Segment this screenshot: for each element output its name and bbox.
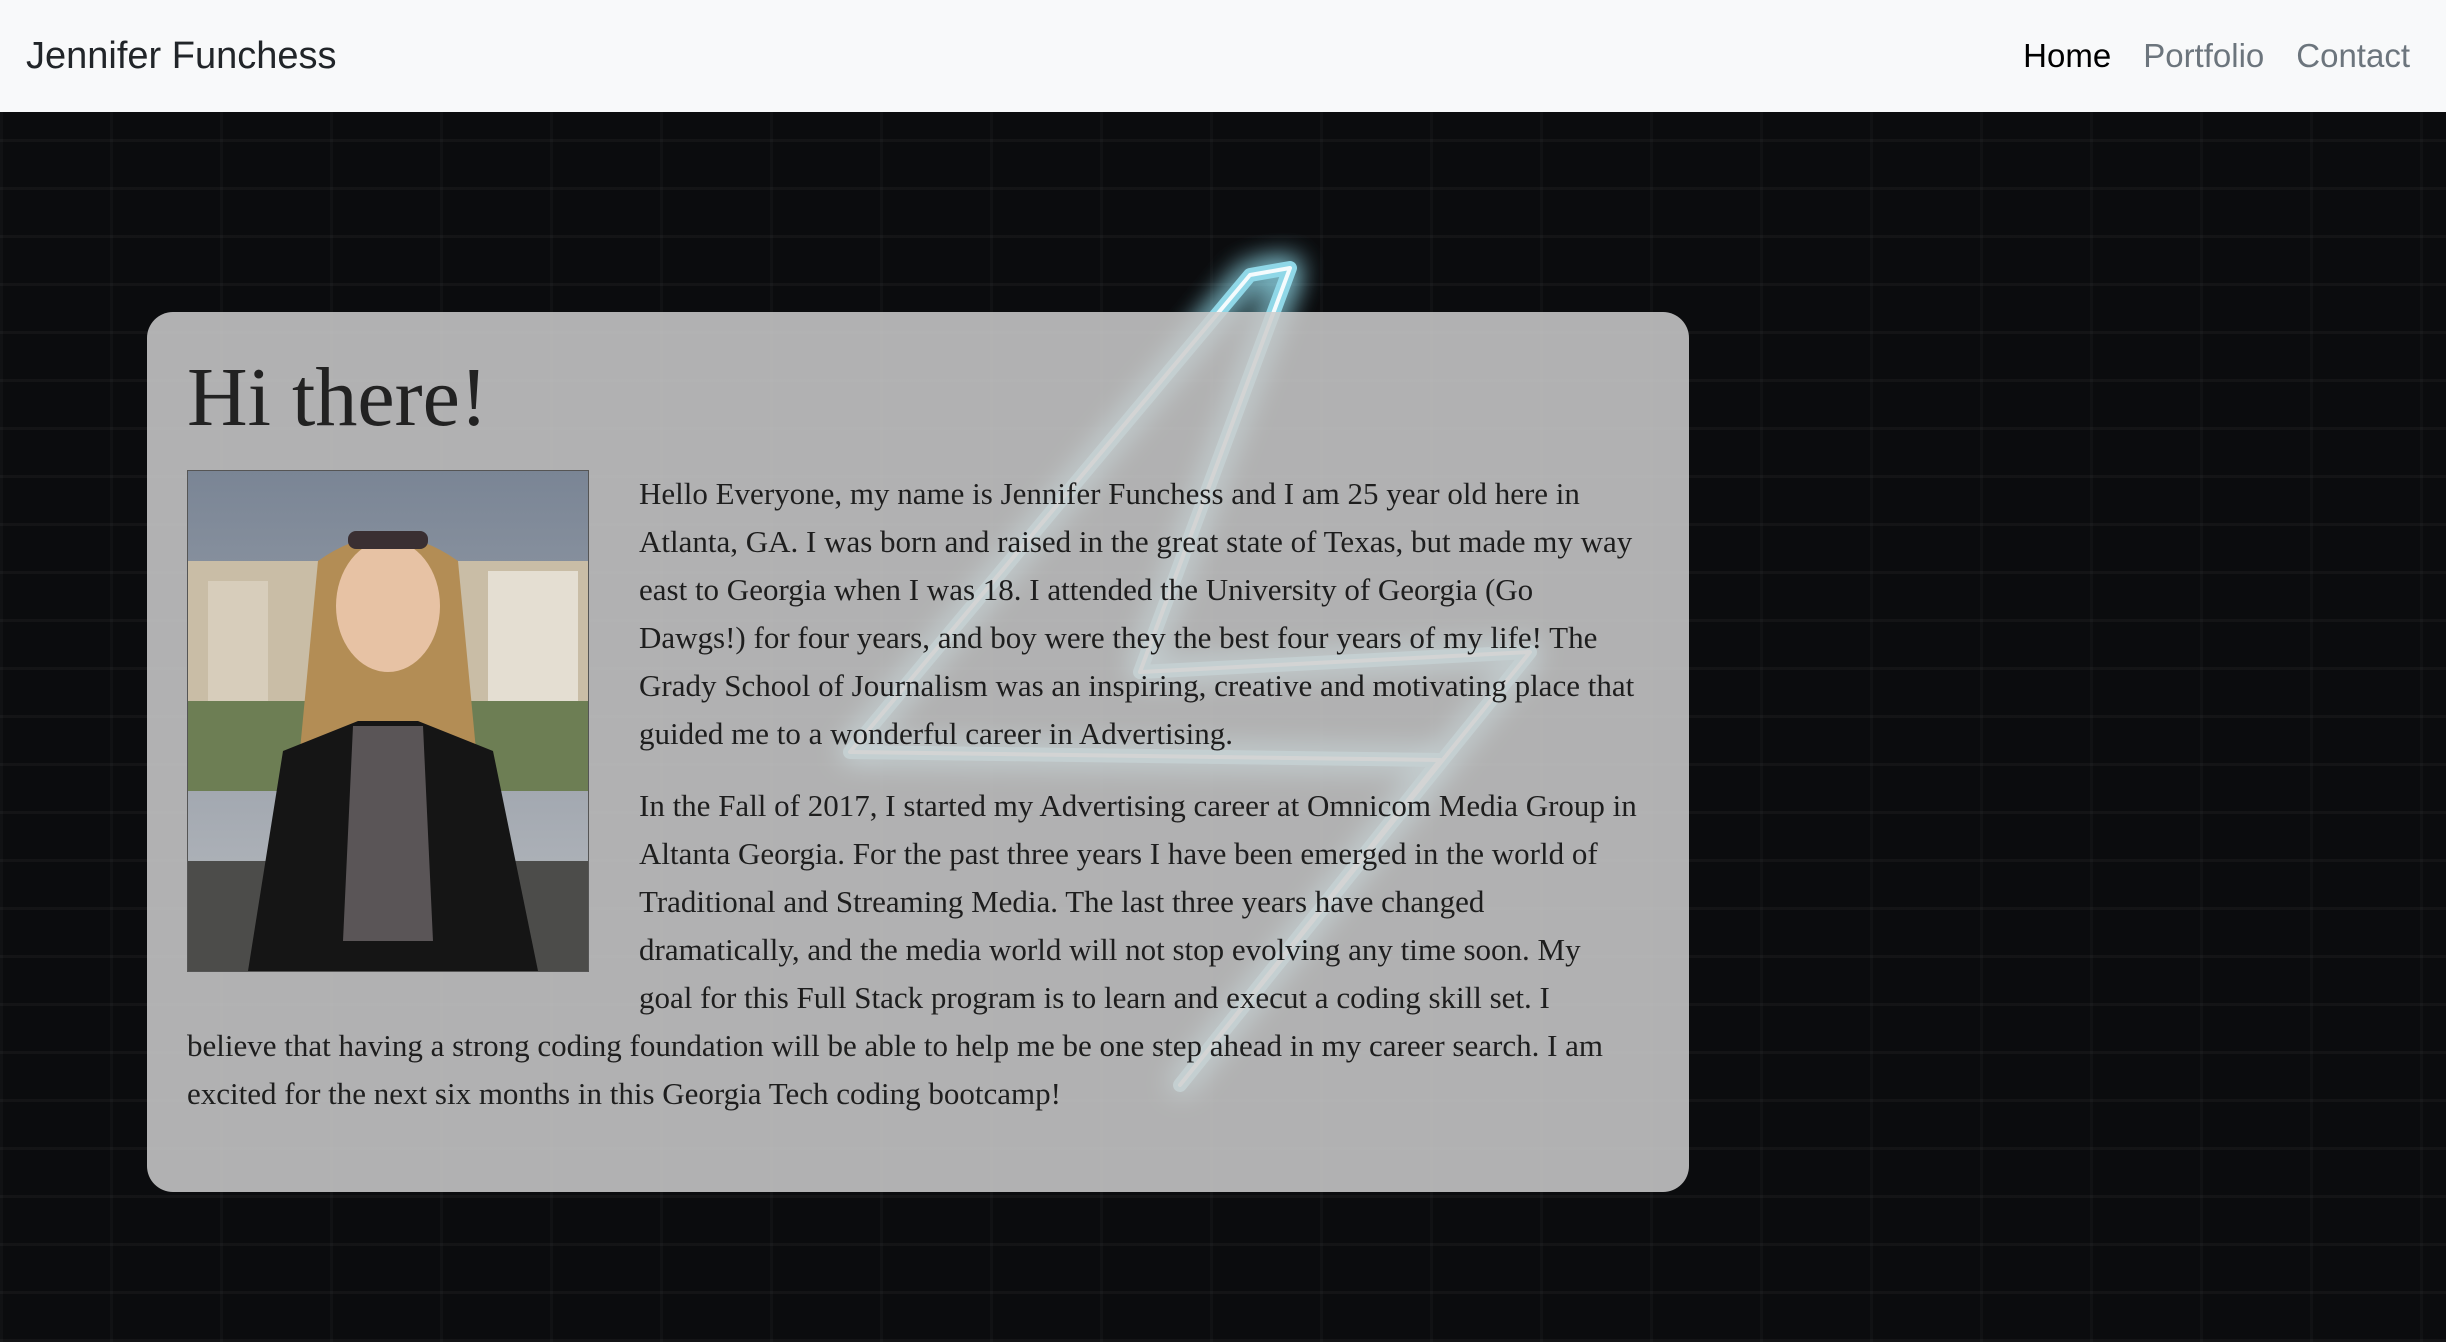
nav-link-home[interactable]: Home (2023, 37, 2111, 75)
brand-link[interactable]: Jennifer Funchess (26, 35, 337, 78)
nav-link-portfolio[interactable]: Portfolio (2143, 37, 2264, 75)
intro-card: Hi there! Hello Everyone, my name is Jen… (147, 312, 1689, 1192)
nav-link-contact[interactable]: Contact (2296, 37, 2410, 75)
profile-photo (187, 470, 589, 973)
page-heading: Hi there! (187, 351, 488, 444)
top-navbar: Jennifer Funchess Home Portfolio Contact (0, 0, 2446, 112)
nav-links: Home Portfolio Contact (2023, 37, 2410, 75)
